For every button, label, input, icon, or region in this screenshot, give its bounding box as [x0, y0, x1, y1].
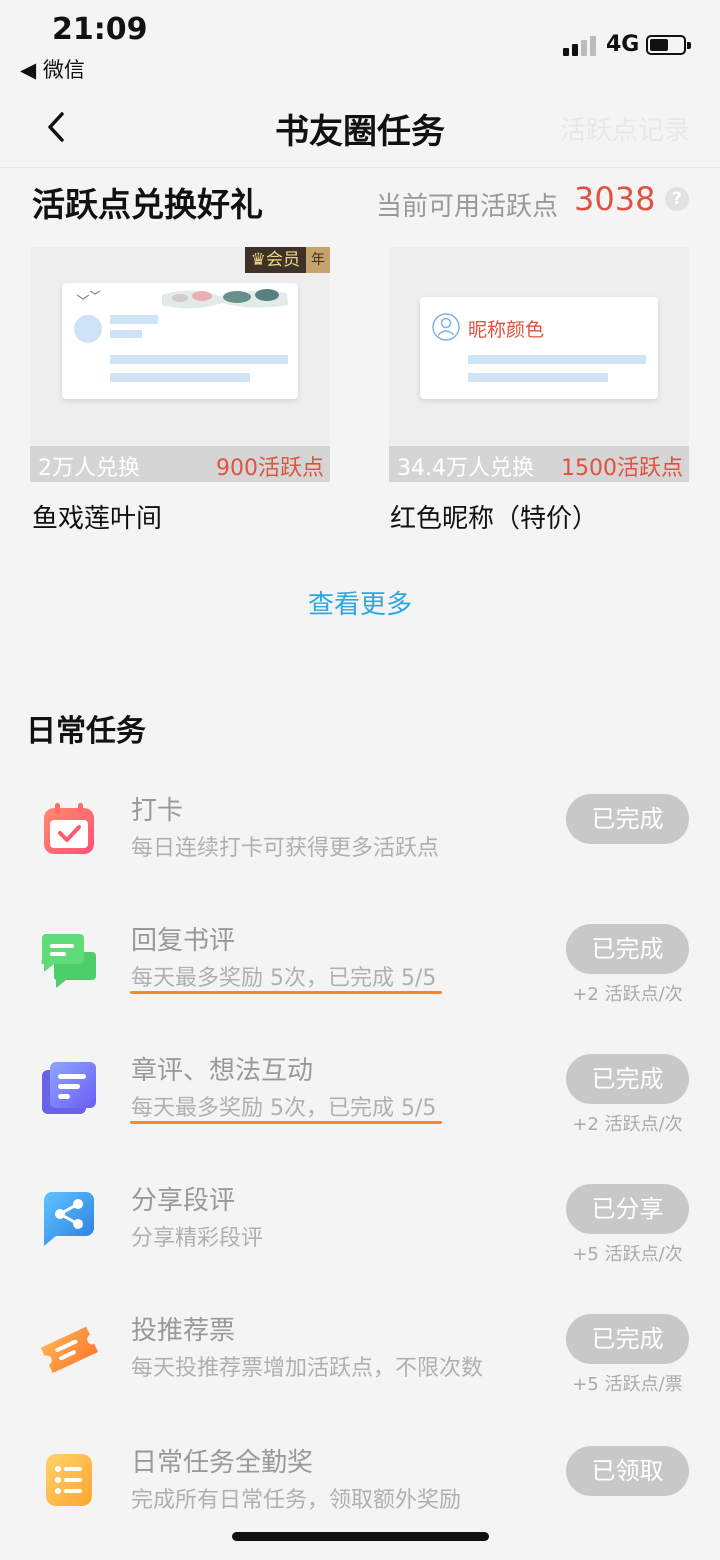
exchange-cost: 1500活跃点	[561, 456, 683, 481]
task-desc: 每天投推荐票增加活跃点，不限次数	[131, 1356, 484, 1381]
task-reply-review: 回复书评 每天最多奖励 5次，已完成 5/5 已完成 +2 活跃点/次	[0, 924, 720, 1040]
points-value: 3038	[574, 180, 656, 218]
task-status-button[interactable]: 已领取	[566, 1446, 689, 1496]
badge-label: 会员	[266, 250, 300, 270]
task-full-attendance: 日常任务全勤奖 完成所有日常任务，领取额外奖励 已领取	[0, 1446, 720, 1560]
task-reward: +2 活跃点/次	[572, 1114, 683, 1135]
task-chapter-comment: 章评、想法互动 每天最多奖励 5次，已完成 5/5 已完成 +2 活跃点/次	[0, 1054, 720, 1170]
task-status-button[interactable]: 已分享	[566, 1184, 689, 1234]
points-label: 当前可用活跃点	[376, 192, 559, 222]
task-name: 打卡	[131, 796, 184, 826]
task-status-button[interactable]: 已完成	[566, 1054, 689, 1104]
task-name: 投推荐票	[131, 1316, 236, 1346]
calendar-check-icon	[44, 803, 94, 854]
status-bar: 21:09 ◀ 微信 4G	[0, 0, 720, 90]
task-name: 日常任务全勤奖	[131, 1448, 314, 1478]
task-name: 分享段评	[131, 1186, 236, 1216]
task-desc: 分享精彩段评	[131, 1226, 264, 1251]
reward-card-red-nickname[interactable]: 昵称颜色 34.4万人兑换 1500活跃点	[389, 247, 689, 482]
member-badge: ♛会员 年	[244, 247, 330, 273]
points-history-link[interactable]: 活跃点记录	[560, 110, 690, 147]
chat-bubbles-icon	[41, 934, 96, 988]
crown-icon: ♛	[250, 250, 266, 270]
task-status-button[interactable]: 已完成	[566, 794, 689, 844]
exchange-count: 34.4万人兑换	[397, 456, 534, 481]
user-icon	[432, 313, 460, 341]
task-reward: +5 活跃点/次	[572, 1244, 683, 1265]
nav-bar: 书友圈任务 活跃点记录	[0, 90, 720, 168]
back-to-app[interactable]: ◀ 微信	[20, 54, 85, 84]
signal-icon	[563, 34, 599, 56]
battery-icon	[646, 35, 691, 55]
exchange-count: 2万人兑换	[38, 456, 140, 481]
list-icon	[46, 1454, 92, 1506]
task-progress-underline	[130, 1121, 442, 1124]
nickname-color-preview	[432, 313, 646, 382]
home-indicator[interactable]	[232, 1532, 489, 1541]
card-preview	[62, 283, 298, 399]
task-desc: 完成所有日常任务，领取额外奖励	[131, 1488, 462, 1513]
reward-card-lotus[interactable]: ♛会员 年 2万人兑换 900活跃点	[30, 247, 330, 482]
task-name: 章评、想法互动	[131, 1056, 314, 1086]
card-footer: 2万人兑换 900活跃点	[30, 446, 330, 482]
task-reward: +5 活跃点/票	[572, 1374, 683, 1395]
view-more-link[interactable]: 查看更多	[0, 584, 720, 621]
reward-name: 红色昵称（特价）	[390, 504, 599, 534]
task-share-comment: 分享段评 分享精彩段评 已分享 +5 活跃点/次	[0, 1184, 720, 1300]
badge-year: 年	[306, 247, 330, 273]
task-desc: 每日连续打卡可获得更多活跃点	[131, 836, 440, 861]
task-desc: 每天最多奖励 5次，已完成 5/5	[131, 966, 437, 991]
status-time: 21:09	[52, 12, 148, 47]
share-icon	[44, 1192, 94, 1246]
comment-card-icon	[42, 1062, 96, 1114]
network-type: 4G	[606, 32, 640, 57]
task-status-button[interactable]: 已完成	[566, 1314, 689, 1364]
task-checkin: 打卡 每日连续打卡可获得更多活跃点 已完成	[0, 794, 720, 910]
exchange-cost: 900活跃点	[216, 456, 324, 481]
preview-label: 昵称颜色	[468, 319, 545, 341]
task-name: 回复书评	[131, 926, 236, 956]
reward-name: 鱼戏莲叶间	[32, 504, 163, 534]
question-icon[interactable]: ?	[665, 187, 689, 211]
card-preview: 昵称颜色	[420, 297, 658, 399]
lotus-theme-preview	[74, 289, 288, 382]
task-recommend-vote: 投推荐票 每天投推荐票增加活跃点，不限次数 已完成 +5 活跃点/票	[0, 1314, 720, 1430]
task-progress-underline	[130, 991, 442, 994]
task-desc: 每天最多奖励 5次，已完成 5/5	[131, 1096, 437, 1121]
card-footer: 34.4万人兑换 1500活跃点	[389, 446, 689, 482]
task-status-button[interactable]: 已完成	[566, 924, 689, 974]
task-reward: +2 活跃点/次	[572, 984, 683, 1005]
exchange-title: 活跃点兑换好礼	[32, 185, 263, 224]
ticket-icon	[40, 1326, 98, 1374]
daily-tasks-title: 日常任务	[26, 714, 146, 749]
